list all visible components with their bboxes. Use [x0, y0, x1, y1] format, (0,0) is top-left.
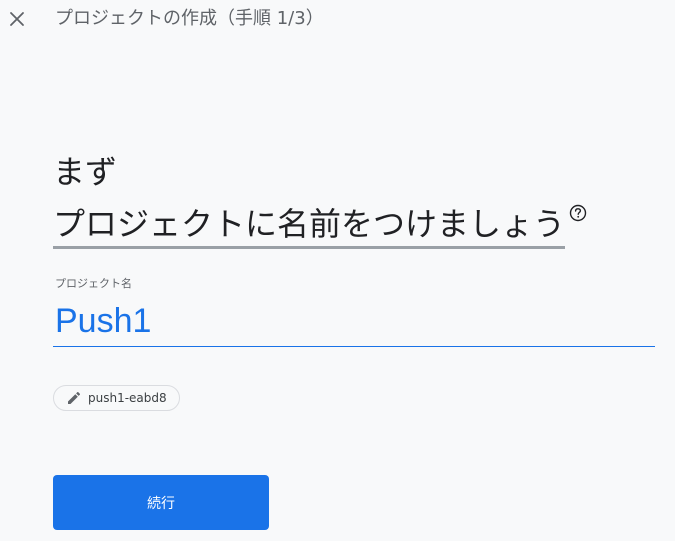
headline: まず プロジェクトに名前をつけましょう [53, 146, 587, 250]
headline-line2: プロジェクトに名前をつけましょう [53, 202, 566, 249]
help-circle-icon[interactable] [569, 204, 587, 222]
close-button[interactable] [5, 7, 29, 31]
project-name-input[interactable] [53, 295, 655, 347]
project-id-text: push1-eabd8 [88, 391, 167, 405]
headline-line2-wrap: プロジェクトに名前をつけましょう [53, 198, 587, 250]
create-project-page: プロジェクトの作成（手順 1/3） まず プロジェクトに名前をつけましょう プロ… [0, 0, 675, 541]
pencil-icon [68, 391, 81, 404]
headline-line1: まず [53, 153, 118, 191]
continue-button[interactable]: 続行 [53, 475, 269, 530]
close-icon [10, 12, 24, 26]
project-name-label: プロジェクト名 [55, 277, 132, 290]
project-id-chip[interactable]: push1-eabd8 [53, 385, 180, 411]
header-title: プロジェクトの作成（手順 1/3） [55, 8, 324, 29]
